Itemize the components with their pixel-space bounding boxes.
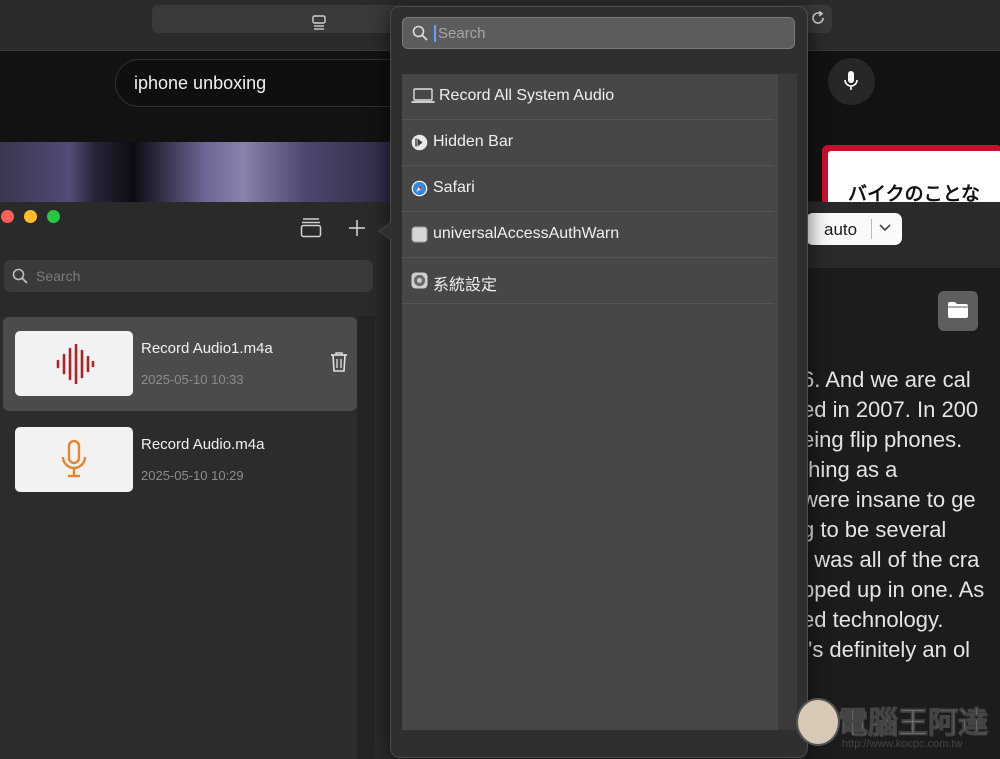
language-select[interactable]: auto [806,213,902,245]
recording-date: 2025-05-10 10:29 [141,468,244,483]
source-item-system-audio[interactable]: Record All System Audio [402,74,774,120]
promo-card-body: バイクのことな [828,151,1000,205]
watermark-mascot [796,698,840,746]
promo-card[interactable]: バイクのことな [822,145,1000,205]
transcript-line: 6. And we are cal [802,367,971,392]
laptop-icon [411,88,435,103]
add-icon[interactable] [347,218,367,238]
recordings-search-field[interactable]: Search [4,260,373,292]
reload-icon[interactable] [810,10,826,26]
safari-icon [411,180,428,197]
minimize-window-button[interactable] [24,210,37,223]
microphone-icon [61,440,87,478]
transcript-line: t's definitely an ol [802,637,971,662]
transcript-line: ed technology. [802,607,944,632]
zoom-window-button[interactable] [47,210,60,223]
source-item-label: Hidden Bar [433,133,514,150]
recording-row[interactable]: Record Audio.m4a 2025-05-10 10:29 [3,413,357,507]
transcript-line: pped up in one. As [802,577,985,602]
source-item-label: Record All System Audio [439,87,615,104]
language-select-value: auto [824,220,858,239]
watermark-url: http://www.kocpc.com.tw [842,738,963,750]
recording-name: Record Audio.m4a [141,436,265,453]
recording-name: Record Audio1.m4a [141,340,273,357]
recordings-search-placeholder: Search [36,268,81,284]
source-item-label: universalAccessAuthWarn [433,225,620,242]
waveform-icon [56,344,95,384]
recording-thumbnail [15,427,133,492]
video-search-box[interactable]: iphone unboxing [115,59,417,107]
hidden-bar-icon [411,134,428,151]
chevron-down-icon[interactable] [878,223,892,233]
voice-search-button[interactable] [828,58,875,105]
source-item-safari[interactable]: Safari [402,166,774,212]
recordings-list: Record Audio1.m4a 2025-05-10 10:33 Recor… [0,316,357,759]
system-settings-icon [411,272,428,289]
text-caret [434,25,436,42]
source-item-system-settings[interactable]: 系統設定 [402,258,774,304]
video-thumbnail[interactable] [0,142,392,202]
audio-source-popover: Search Record All System Audio Hidden Ba… [390,6,808,758]
search-icon [12,268,28,284]
transcript-line: t was all of the cra [802,547,980,572]
popover-arrow-fill [380,223,391,239]
reader-icon[interactable] [312,15,326,31]
stack-icon[interactable] [300,216,322,238]
select-divider [871,219,872,239]
transcript-line: ed in 2007. In 200 [802,397,979,422]
source-search-field[interactable]: Search [402,17,795,49]
recording-date: 2025-05-10 10:33 [141,372,244,387]
source-item-label: Safari [433,179,475,196]
source-search-placeholder: Search [438,25,486,42]
trash-icon[interactable] [330,351,348,373]
source-item-label: 系統設定 [433,277,498,294]
source-item-universal-access[interactable]: universalAccessAuthWarn [402,212,774,258]
list-scrollbar[interactable] [357,316,375,759]
watermark-title: 電腦王阿達 [838,707,989,741]
open-folder-button[interactable] [938,291,978,331]
transcript-text: 6. And we are cal ed in 2007. In 200 ein… [802,367,1000,707]
microphone-icon [844,71,858,90]
recording-thumbnail [15,331,133,396]
transcript-line: eing flip phones. [802,427,963,452]
watermark: 電腦王阿達 http://www.kocpc.com.tw [796,696,996,756]
close-window-button[interactable] [1,210,14,223]
source-list-scrollbar[interactable] [778,74,797,730]
source-list: Record All System Audio Hidden Bar Safar… [402,74,778,730]
video-search-query[interactable]: iphone unboxing [134,73,266,94]
recording-row[interactable]: Record Audio1.m4a 2025-05-10 10:33 [3,317,357,411]
folder-icon [948,302,968,318]
generic-app-icon [411,226,428,243]
transcript-line: were insane to ge [802,487,976,512]
transcript-line: g to be several [802,517,947,542]
transcript-line: thing as a [802,457,898,482]
source-item-hidden-bar[interactable]: Hidden Bar [402,120,774,166]
search-icon [412,25,428,41]
